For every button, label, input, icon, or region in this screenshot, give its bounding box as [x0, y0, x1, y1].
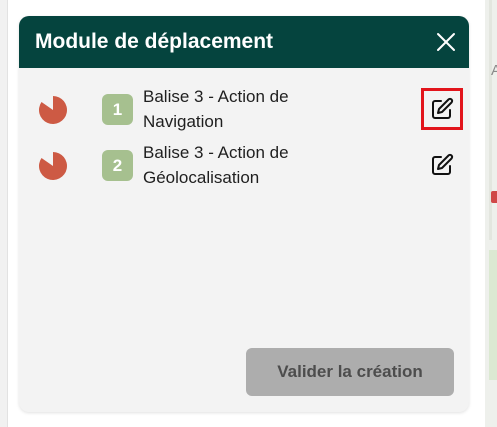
- step-label-line1: Balise 3 - Action de: [143, 87, 289, 106]
- submit-creation-button[interactable]: Valider la création: [246, 348, 454, 396]
- background-panel-left: [0, 0, 8, 427]
- map-marker: [491, 191, 497, 203]
- pie-icon: [38, 96, 67, 124]
- edit-icon: [432, 97, 454, 119]
- map-road: [489, 0, 492, 240]
- close-icon: [437, 33, 455, 51]
- step-row: 1 Balise 3 - Action de Navigation: [19, 68, 469, 131]
- step-number-badge: 1: [102, 94, 133, 125]
- map-park-area: [489, 250, 497, 380]
- close-button[interactable]: [433, 29, 459, 55]
- background-map: A: [485, 0, 497, 427]
- dialog-title: Module de déplacement: [35, 30, 274, 53]
- step-label-line1: Balise 3 - Action de: [143, 143, 289, 162]
- pie-icon: [38, 152, 67, 180]
- movement-module-dialog: Module de déplacement 1 Balise 3 - Actio…: [19, 16, 469, 412]
- step-label: Balise 3 - Action de Géolocalisation: [143, 140, 393, 190]
- step-label-line2: Géolocalisation: [143, 168, 260, 187]
- map-label: A: [490, 62, 497, 79]
- edit-step-button[interactable]: [421, 144, 463, 186]
- step-number-badge: 2: [102, 150, 133, 181]
- step-row: 2 Balise 3 - Action de Géolocalisation: [19, 124, 469, 187]
- dialog-header: Module de déplacement: [19, 16, 469, 68]
- edit-icon: [432, 153, 454, 175]
